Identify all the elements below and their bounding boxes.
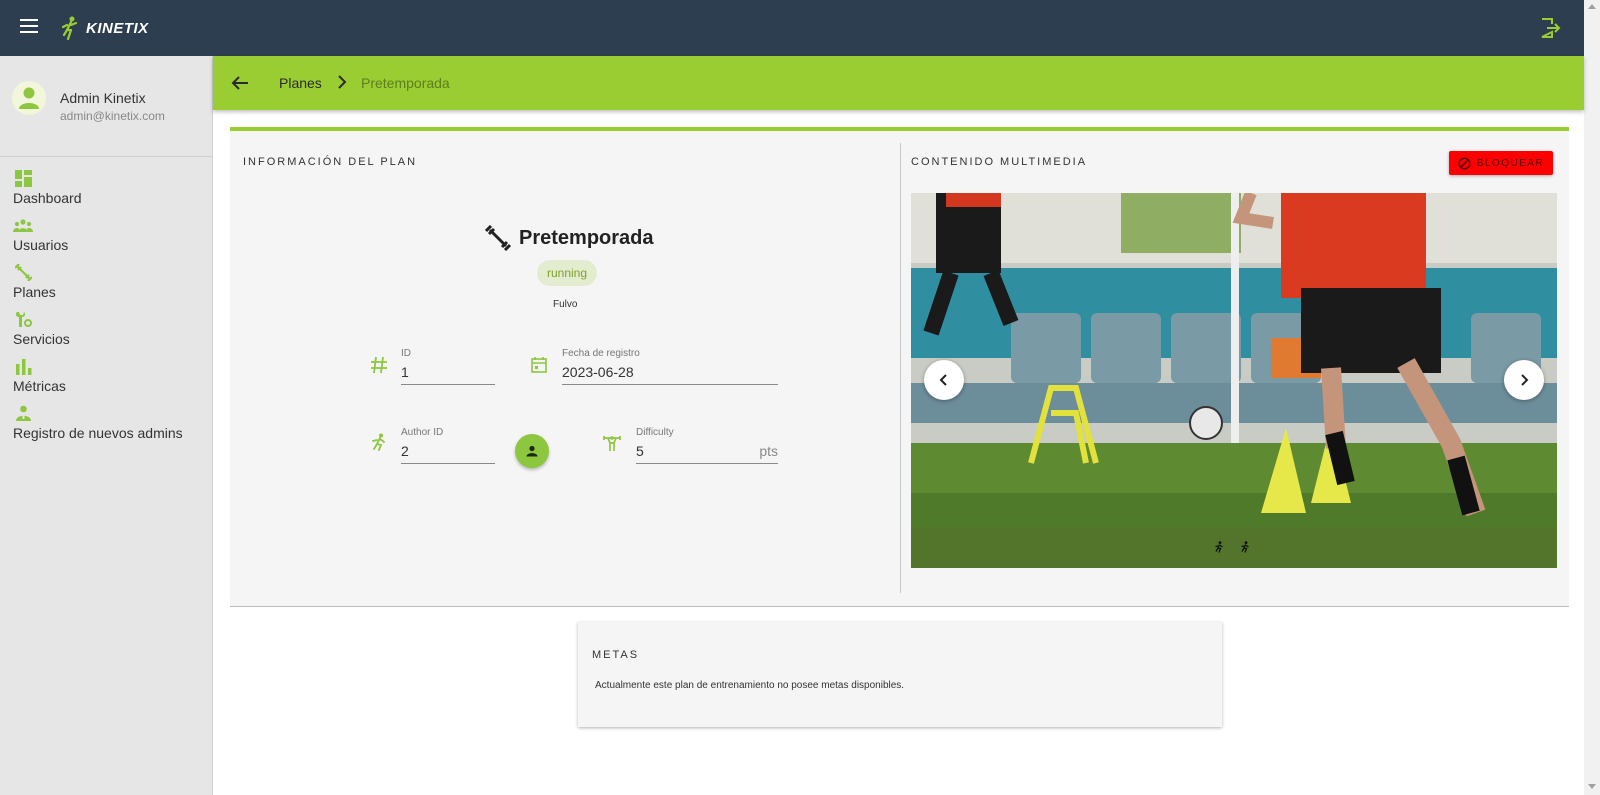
id-field-value: 1 bbox=[401, 364, 409, 380]
breadcrumb-link-planes[interactable]: Planes bbox=[279, 75, 322, 91]
date-field-label: Fecha de registro bbox=[562, 348, 640, 359]
block-icon bbox=[1458, 156, 1471, 170]
vertical-scrollbar[interactable] bbox=[1584, 0, 1600, 795]
fitness-center-icon bbox=[485, 225, 511, 251]
user-profile: Admin Kinetix admin@kinetix.com bbox=[0, 56, 213, 157]
group-icon bbox=[13, 219, 33, 232]
menu-icon[interactable] bbox=[20, 19, 38, 33]
author-id-field[interactable]: Author ID 2 bbox=[401, 427, 495, 465]
plan-header: Pretemporada bbox=[485, 223, 654, 253]
user-name: Admin Kinetix bbox=[60, 90, 146, 106]
plan-detail-panel: INFORMACIÓN DEL PLAN Pretemporada runnin… bbox=[230, 127, 1569, 607]
difficulty-field-value: 5 bbox=[636, 443, 644, 459]
breadcrumb-current: Pretemporada bbox=[361, 75, 450, 91]
build-icon bbox=[15, 312, 32, 327]
field-underline bbox=[401, 384, 495, 385]
registration-date-field[interactable]: Fecha de registro 2023-06-28 bbox=[562, 348, 778, 386]
chevron-right-icon bbox=[338, 75, 347, 89]
logout-icon[interactable] bbox=[1538, 16, 1562, 40]
app-logo[interactable]: KINETIX bbox=[62, 16, 149, 40]
sidebar-item-label: Métricas bbox=[13, 378, 66, 394]
kinetix-logo-icon bbox=[62, 16, 78, 40]
plan-info-heading: INFORMACIÓN DEL PLAN bbox=[243, 156, 418, 168]
date-field-value: 2023-06-28 bbox=[562, 364, 634, 380]
sidebar-item-registro-admins[interactable]: Registro de nuevos admins bbox=[13, 405, 208, 449]
carousel-indicators bbox=[911, 527, 1557, 568]
author-field-label: Author ID bbox=[401, 427, 444, 438]
field-underline bbox=[401, 463, 495, 464]
user-email: admin@kinetix.com bbox=[60, 109, 165, 123]
bar-chart-icon bbox=[16, 359, 32, 375]
id-field-label: ID bbox=[401, 348, 411, 359]
scroll-up-arrow-icon[interactable] bbox=[1588, 4, 1596, 9]
sidebar-item-label: Planes bbox=[13, 284, 56, 300]
chevron-left-icon bbox=[939, 374, 947, 386]
sidebar-item-usuarios[interactable]: Usuarios bbox=[13, 217, 208, 261]
breadcrumb: Planes Pretemporada bbox=[213, 56, 1584, 110]
person-icon bbox=[526, 445, 538, 457]
goals-heading: METAS bbox=[592, 649, 640, 661]
fitness-icon bbox=[15, 264, 32, 281]
carousel-next-button[interactable] bbox=[1504, 360, 1544, 400]
plan-sport: Fulvo bbox=[553, 299, 578, 310]
sidebar-item-planes[interactable]: Planes bbox=[13, 264, 208, 308]
sidebar-item-label: Registro de nuevos admins bbox=[13, 425, 183, 441]
sidebar-item-label: Dashboard bbox=[13, 190, 82, 206]
app-name: KINETIX bbox=[86, 19, 149, 37]
view-author-button[interactable] bbox=[515, 434, 549, 468]
block-button-label: BLOQUEAR bbox=[1476, 157, 1545, 169]
plan-tag-chip: running bbox=[537, 260, 597, 286]
field-underline bbox=[636, 463, 778, 464]
running-icon bbox=[372, 433, 385, 451]
field-underline bbox=[562, 384, 778, 385]
weightlifting-icon bbox=[603, 436, 621, 451]
sidebar-item-label: Servicios bbox=[13, 331, 70, 347]
difficulty-field[interactable]: Difficulty 5 pts bbox=[636, 427, 778, 465]
goals-card: METAS Actualmente este plan de entrenami… bbox=[578, 622, 1222, 727]
sidebar-item-label: Usuarios bbox=[13, 237, 69, 253]
panel-divider bbox=[900, 143, 901, 593]
goals-empty-message: Actualmente este plan de entrenamiento n… bbox=[595, 680, 905, 691]
media-carousel[interactable] bbox=[911, 193, 1557, 568]
back-arrow-icon[interactable] bbox=[231, 74, 249, 92]
plan-title: Pretemporada bbox=[519, 226, 654, 249]
carousel-image bbox=[911, 193, 1557, 568]
user-avatar-icon bbox=[19, 87, 39, 109]
carousel-indicator-running-icon[interactable] bbox=[1214, 541, 1224, 553]
scroll-down-arrow-icon[interactable] bbox=[1588, 784, 1596, 789]
chevron-right-icon bbox=[1521, 374, 1529, 386]
dashboard-icon bbox=[15, 170, 32, 187]
sidebar-item-metricas[interactable]: Métricas bbox=[13, 358, 208, 402]
carousel-indicator-running-icon[interactable] bbox=[1240, 541, 1250, 553]
calendar-icon bbox=[531, 357, 547, 373]
difficulty-unit: pts bbox=[759, 443, 778, 459]
sidebar: Admin Kinetix admin@kinetix.com Dashboar… bbox=[0, 56, 213, 795]
hash-icon bbox=[371, 356, 387, 374]
sidebar-item-dashboard[interactable]: Dashboard bbox=[13, 170, 208, 214]
author-field-value: 2 bbox=[401, 443, 409, 459]
block-button[interactable]: BLOQUEAR bbox=[1449, 151, 1553, 175]
avatar bbox=[12, 81, 46, 115]
difficulty-field-label: Difficulty bbox=[636, 427, 674, 438]
id-field[interactable]: ID 1 bbox=[401, 348, 495, 386]
multimedia-heading: CONTENIDO MULTIMEDIA bbox=[911, 156, 1088, 168]
admin-user-icon bbox=[16, 405, 31, 421]
sidebar-item-servicios[interactable]: Servicios bbox=[13, 311, 208, 355]
top-app-bar: KINETIX bbox=[0, 0, 1584, 56]
carousel-prev-button[interactable] bbox=[924, 360, 964, 400]
